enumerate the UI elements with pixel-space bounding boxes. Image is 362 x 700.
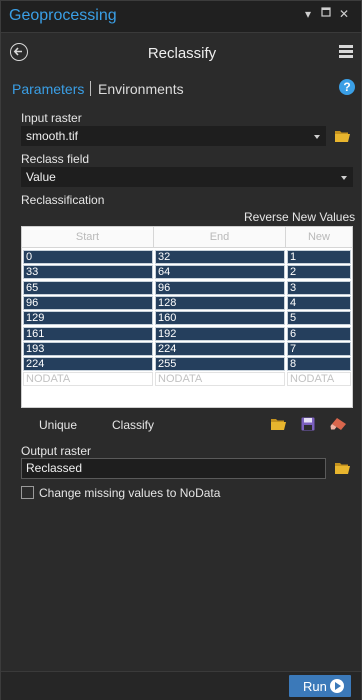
chevron-down-icon <box>314 135 320 139</box>
reclassification-table[interactable]: Start End New 0 32 1 33 64 2 65 96 3 96 128 4 129 160… <box>21 226 353 408</box>
unique-button[interactable]: Unique <box>39 418 77 432</box>
table-cell[interactable]: 161 <box>23 326 153 341</box>
folder-icon[interactable] <box>270 417 286 431</box>
table-cell[interactable]: 3 <box>287 280 351 295</box>
table-cell[interactable]: 1 <box>287 250 351 264</box>
folder-icon[interactable] <box>334 461 351 475</box>
reclassification-label: Reclassification <box>21 193 105 207</box>
table-cell[interactable]: 5 <box>287 311 351 326</box>
auto-hide-icon[interactable] <box>319 7 333 20</box>
nodata-checkbox-label[interactable]: Change missing values to NoData <box>39 486 220 500</box>
folder-icon[interactable] <box>334 129 351 143</box>
close-icon[interactable]: ✕ <box>337 7 351 21</box>
nodata-checkbox[interactable] <box>21 486 34 499</box>
table-cell[interactable]: 96 <box>23 295 153 310</box>
reclass-field-label: Reclass field <box>21 152 90 166</box>
dropdown-icon[interactable]: ▾ <box>301 7 315 21</box>
run-button[interactable]: Run <box>289 675 351 697</box>
pane-titlebar: Geoprocessing ▾ ✕ <box>1 1 361 33</box>
help-icon[interactable]: ? <box>339 79 355 95</box>
play-icon <box>330 679 344 693</box>
chevron-down-icon <box>341 176 347 180</box>
pane-footer: Run <box>1 671 361 700</box>
output-raster-input[interactable]: Reclassed <box>21 458 326 479</box>
tab-parameters[interactable]: Parameters <box>12 81 84 97</box>
table-cell[interactable]: 7 <box>287 341 351 356</box>
table-cell[interactable]: 160 <box>155 311 285 326</box>
input-raster-combo[interactable]: smooth.tif <box>21 126 326 146</box>
table-cell[interactable]: NODATA <box>23 372 153 387</box>
table-cell[interactable]: 2 <box>287 265 351 280</box>
table-cell[interactable]: 255 <box>155 357 285 372</box>
table-cell[interactable]: 33 <box>23 265 153 280</box>
output-raster-label: Output raster <box>21 444 92 458</box>
input-raster-value: smooth.tif <box>26 129 79 143</box>
tool-title: Reclassify <box>147 45 217 62</box>
table-cell[interactable]: 32 <box>155 250 285 264</box>
save-icon[interactable] <box>301 417 317 431</box>
table-cell[interactable]: 4 <box>287 295 351 310</box>
column-header-start[interactable]: Start <box>22 227 154 248</box>
reverse-new-values-button[interactable]: Reverse New Values <box>244 210 355 224</box>
hamburger-menu-icon[interactable] <box>339 45 353 58</box>
tab-divider <box>90 81 91 96</box>
reclass-field-value: Value <box>26 170 56 184</box>
geoprocessing-pane: Geoprocessing ▾ ✕ Reclassify Parameters … <box>0 0 362 700</box>
input-raster-label: Input raster <box>21 111 82 125</box>
run-button-label: Run <box>303 679 327 694</box>
table-cell[interactable]: NODATA <box>287 372 351 387</box>
table-cell[interactable]: 224 <box>155 341 285 356</box>
column-header-new[interactable]: New <box>286 227 352 248</box>
pane-title: Geoprocessing <box>9 7 117 24</box>
table-cell[interactable]: 0 <box>23 250 153 264</box>
table-cell[interactable]: 8 <box>287 357 351 372</box>
table-cell[interactable]: 192 <box>155 326 285 341</box>
table-cell[interactable]: 129 <box>23 311 153 326</box>
table-cell[interactable]: 224 <box>23 357 153 372</box>
table-cell[interactable]: NODATA <box>155 372 285 387</box>
classify-button[interactable]: Classify <box>112 418 154 432</box>
table-cell[interactable]: 64 <box>155 265 285 280</box>
tab-environments[interactable]: Environments <box>98 81 184 97</box>
table-cell[interactable]: 96 <box>155 280 285 295</box>
column-header-end[interactable]: End <box>154 227 286 248</box>
table-cell[interactable]: 128 <box>155 295 285 310</box>
table-cell[interactable]: 6 <box>287 326 351 341</box>
table-cell[interactable]: 193 <box>23 341 153 356</box>
table-cell[interactable]: 65 <box>23 280 153 295</box>
reclass-field-combo[interactable]: Value <box>21 167 353 187</box>
eraser-icon[interactable] <box>330 417 346 431</box>
